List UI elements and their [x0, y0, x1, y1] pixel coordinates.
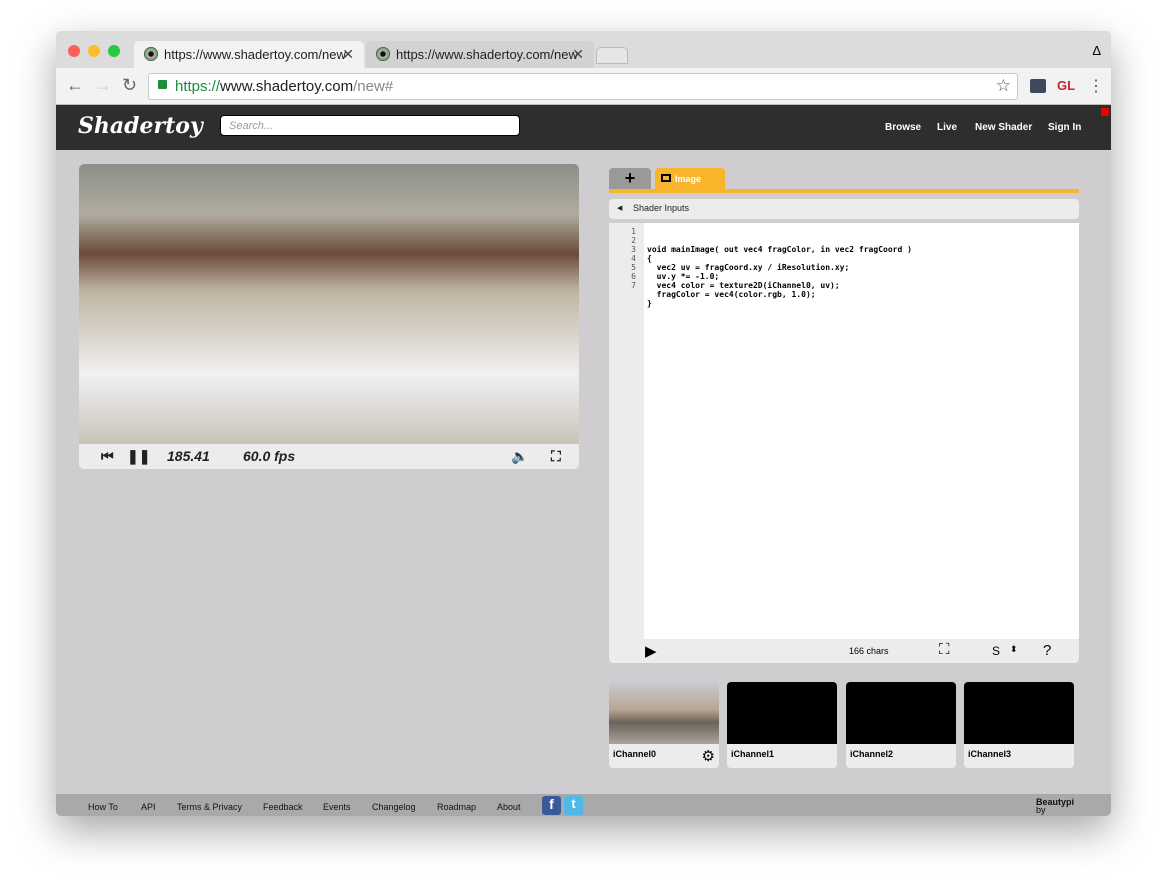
channel-texture-thumbnail[interactable]: [609, 682, 719, 744]
code-line: {: [647, 254, 652, 263]
rewind-icon[interactable]: ⏮: [101, 448, 114, 465]
pause-icon[interactable]: ❚❚: [127, 448, 150, 465]
channel-3[interactable]: iChannel3: [964, 682, 1074, 768]
tab-image[interactable]: Image: [655, 168, 725, 190]
channel-empty-thumbnail[interactable]: [727, 682, 837, 744]
footer-link-feedback[interactable]: Feedback: [263, 802, 303, 812]
help-button[interactable]: ?: [1043, 642, 1051, 659]
maximize-window-button[interactable]: [108, 45, 120, 57]
nav-new-shader[interactable]: New Shader: [975, 122, 1032, 133]
close-window-button[interactable]: [68, 45, 80, 57]
channel-2[interactable]: iChannel2: [846, 682, 956, 768]
profile-icon[interactable]: Δ: [1092, 43, 1101, 58]
close-tab-icon[interactable]: ✕: [572, 46, 584, 63]
monitor-icon: [661, 174, 671, 182]
tab-bar: https://www.shadertoy.com/new ✕ https://w…: [56, 31, 1111, 68]
twitter-icon[interactable]: t: [564, 796, 583, 815]
browser-tab-active[interactable]: https://www.shadertoy.com/new ✕: [134, 41, 364, 68]
channel-0[interactable]: iChannel0 ⚙: [609, 682, 719, 768]
shadertoy-logo[interactable]: Shadertoy: [78, 113, 203, 139]
font-size-select[interactable]: S: [992, 644, 1000, 658]
nav-sign-in[interactable]: Sign In: [1048, 122, 1081, 133]
code-line: uv.y *= -1.0;: [647, 272, 720, 281]
add-tab-button[interactable]: +: [609, 168, 651, 190]
code-line: void mainImage( out vec4 fragColor, in v…: [647, 245, 912, 254]
line-numbers: 1234567: [609, 223, 644, 639]
search-input[interactable]: Search...: [220, 115, 520, 136]
shadertoy-favicon-icon: [376, 47, 390, 61]
footer-link-api[interactable]: API: [141, 802, 156, 812]
channel-empty-thumbnail[interactable]: [846, 682, 956, 744]
nav-live[interactable]: Live: [937, 122, 957, 133]
bookmark-star-icon[interactable]: ☆: [996, 76, 1011, 96]
nav-browse[interactable]: Browse: [885, 122, 921, 133]
code-line: }: [647, 299, 652, 308]
url-input[interactable]: https://www.shadertoy.com/new# ☆: [148, 73, 1018, 100]
back-icon[interactable]: ←: [66, 75, 84, 96]
compile-play-icon[interactable]: ▶: [645, 642, 657, 660]
tab-underline: [609, 189, 1079, 193]
channel-1[interactable]: iChannel1: [727, 682, 837, 768]
credit: by Beautypi: [1036, 797, 1075, 815]
extension-icon[interactable]: [1030, 79, 1046, 93]
time-display: 185.41: [167, 448, 210, 464]
footer-link-changelog[interactable]: Changelog: [372, 802, 416, 812]
shader-player: ⏮ ❚❚ 185.41 60.0 fps 🔈 ⛶: [79, 164, 579, 469]
code-area[interactable]: 1234567 void mainImage( out vec4 fragCol…: [609, 223, 1079, 639]
footer: How To API Terms & Privacy Feedback Even…: [56, 794, 1111, 816]
gl-extension-icon[interactable]: GL: [1057, 78, 1075, 93]
code-line: vec2 uv = fragCoord.xy / iResolution.xy;: [647, 263, 850, 272]
volume-icon[interactable]: 🔈: [511, 448, 528, 465]
menu-kebab-icon[interactable]: ⋮: [1088, 76, 1104, 96]
close-tab-icon[interactable]: ✕: [342, 46, 354, 63]
code-line: fragColor = vec4(color.rgb, 1.0);: [647, 290, 816, 299]
editor-toolbar: ▶ 166 chars ⛶ S ⬍ ?: [609, 639, 1079, 663]
main-content: ⏮ ❚❚ 185.41 60.0 fps 🔈 ⛶ + Image ◀ Shader…: [56, 150, 1111, 794]
fullscreen-icon[interactable]: ⛶: [551, 448, 561, 465]
footer-link-how-to[interactable]: How To: [88, 802, 118, 812]
triangle-icon: ◀: [617, 205, 623, 212]
shadertoy-favicon-icon: [144, 47, 158, 61]
minimize-window-button[interactable]: [88, 45, 100, 57]
source-code[interactable]: void mainImage( out vec4 fragColor, in v…: [647, 227, 912, 326]
footer-link-terms[interactable]: Terms & Privacy: [177, 802, 242, 812]
lock-icon: [158, 80, 167, 89]
shader-inputs-toggle[interactable]: ◀ Shader Inputs: [609, 199, 1079, 219]
footer-link-about[interactable]: About: [497, 802, 521, 812]
char-count: 166 chars: [849, 646, 889, 656]
address-bar: ← → ↻ https://www.shadertoy.com/new# ☆ G…: [56, 68, 1111, 105]
channel-empty-thumbnail[interactable]: [964, 682, 1074, 744]
footer-link-events[interactable]: Events: [323, 802, 351, 812]
editor-fullscreen-icon[interactable]: ⛶: [939, 641, 950, 658]
browser-window: https://www.shadertoy.com/new ✕ https://w…: [56, 31, 1111, 816]
fps-display: 60.0 fps: [243, 448, 296, 464]
site-header: Shadertoy Search... Browse Live New Shad…: [56, 105, 1111, 150]
facebook-icon[interactable]: f: [542, 796, 561, 815]
forward-icon[interactable]: →: [94, 75, 112, 96]
reload-icon[interactable]: ↻: [122, 75, 137, 96]
new-tab-button[interactable]: [596, 47, 628, 64]
updown-icon[interactable]: ⬍: [1010, 644, 1018, 655]
shader-canvas[interactable]: [79, 164, 579, 444]
code-line: vec4 color = texture2D(iChannel0, uv);: [647, 281, 840, 290]
footer-link-roadmap[interactable]: Roadmap: [437, 802, 476, 812]
browser-tab[interactable]: https://www.shadertoy.com/new ✕: [366, 41, 594, 68]
settings-gear-icon[interactable]: ⚙: [702, 747, 715, 765]
status-indicator: [1101, 108, 1109, 116]
